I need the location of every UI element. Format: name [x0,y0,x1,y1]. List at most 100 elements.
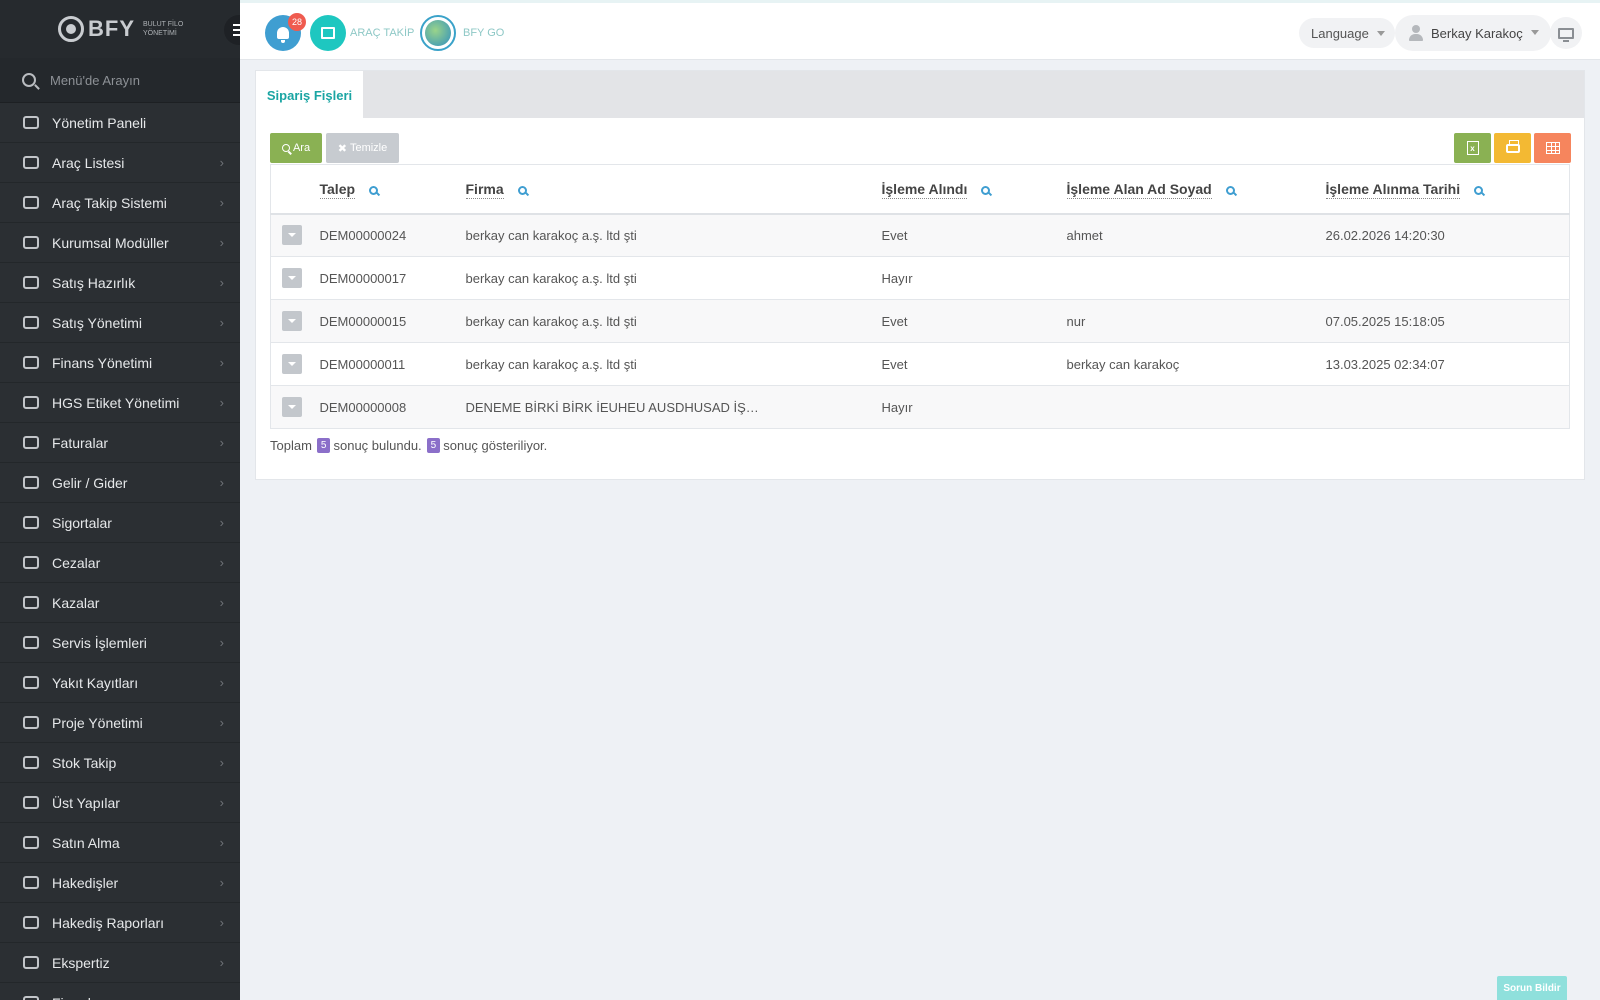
column-settings-button[interactable] [1534,133,1571,163]
sidebar-item-icon [22,715,40,731]
sidebar-nav: Yönetim Paneli Araç Listesi › Araç Takip Si… [0,103,240,1000]
language-label: Language [1311,25,1369,41]
sidebar-item[interactable]: Proje Yönetimi › [0,703,240,743]
expand-row-button[interactable] [282,397,302,417]
table-icon [1545,142,1560,154]
cell-talep: DEM00000008 [319,385,466,429]
filter-search-icon[interactable] [1474,185,1484,195]
expand-row-button[interactable] [282,268,302,288]
cell-talep: DEM00000017 [319,256,466,300]
sidebar-item[interactable]: Servis İşlemleri › [0,623,240,663]
column-header-isleme-alindi[interactable]: İşleme Alındı [881,164,1067,215]
column-header-isleme-tarihi[interactable]: İşleme Alınma Tarihi [1325,164,1570,215]
sidebar-item[interactable]: Finans Yönetimi › [0,343,240,383]
cell-isleme-alindi: Evet [881,213,1067,257]
sidebar-item-label: Yakıt Kayıtları [52,674,139,691]
sidebar-item[interactable]: Sigortalar › [0,503,240,543]
filter-search-icon[interactable] [369,185,379,195]
sidebar-item[interactable]: Satın Alma › [0,823,240,863]
table-row[interactable]: DEM00000017 berkay can karakoç a.ş. ltd ş… [270,256,1570,300]
cell-isleme-alan [1066,256,1326,300]
table-row[interactable]: DEM00000024 berkay can karakoç a.ş. ltd ş… [270,213,1570,257]
chevron-right-icon: › [219,275,224,290]
sidebar-item[interactable]: Hakedişler › [0,863,240,903]
sidebar-item[interactable]: Üst Yapılar › [0,783,240,823]
display-toggle-button[interactable] [1550,17,1582,49]
print-button[interactable] [1494,133,1531,163]
cell-talep: DEM00000024 [319,213,466,257]
column-label: İşleme Alındı [881,180,968,199]
sidebar-item[interactable]: Kurumsal Modüller › [0,223,240,263]
table-header-row: Talep Firma İşleme Alındı İşleme Alan Ad… [270,164,1570,215]
chevron-right-icon: › [219,715,224,730]
filter-search-icon[interactable] [1225,185,1235,195]
sidebar-item-label: Sigortalar [52,514,112,531]
sidebar-item[interactable]: Stok Takip › [0,743,240,783]
sidebar-item[interactable]: Kazalar › [0,583,240,623]
cell-firma: DENEME BİRKİ BİRK İEUHEU AUSDHUSAD İŞ… [465,385,882,429]
sidebar-item-label: Proje Yönetimi [52,714,143,731]
expand-row-button[interactable] [282,354,302,374]
column-header-isleme-alan[interactable]: İşleme Alan Ad Soyad [1066,164,1326,215]
bfy-go-button[interactable] [420,15,456,51]
sidebar-item[interactable]: Faturalar › [0,423,240,463]
export-excel-button[interactable]: x [1454,133,1491,163]
cell-isleme-alan [1066,385,1326,429]
hamburger-menu-icon[interactable] [224,15,240,45]
arac-takip-button[interactable] [310,15,346,51]
chevron-right-icon: › [219,915,224,930]
monitor-icon [1558,27,1574,42]
column-header-firma[interactable]: Firma [465,164,882,215]
expand-cell [270,342,320,386]
chevron-right-icon: › [219,555,224,570]
sidebar-item[interactable]: Araç Listesi › [0,143,240,183]
sidebar-item-icon [22,435,40,451]
column-header-talep[interactable]: Talep [319,164,466,215]
chevron-right-icon: › [219,435,224,450]
sidebar-item[interactable]: Yönetim Paneli [0,103,240,143]
sidebar-item[interactable]: Araç Takip Sistemi › [0,183,240,223]
bfy-logo[interactable]: BFY BULUT FİLO YÖNETİMİ [58,16,193,42]
cell-isleme-alindi: Evet [881,299,1067,343]
arac-takip-link[interactable]: ARAÇ TAKİP [350,27,414,39]
shown-count-badge: 5 [426,438,441,453]
sidebar-item-icon [22,395,40,411]
filter-search-icon[interactable] [517,185,527,195]
table-row[interactable]: DEM00000015 berkay can karakoç a.ş. ltd ş… [270,299,1570,343]
menu-search-input[interactable]: Menü'de Arayın [0,58,240,103]
filter-search-icon[interactable] [981,185,991,195]
sidebar-item-label: Üst Yapılar [52,794,120,811]
chevron-right-icon: › [219,595,224,610]
chevron-right-icon: › [219,195,224,210]
sidebar-item[interactable]: HGS Etiket Yönetimi › [0,383,240,423]
sidebar-item-label: Finans Yönetimi [52,354,153,371]
sidebar-item[interactable]: Hakediş Raporları › [0,903,240,943]
table-row[interactable]: DEM00000011 berkay can karakoç a.ş. ltd ş… [270,342,1570,386]
expand-row-button[interactable] [282,311,302,331]
clear-button[interactable]: ✖ Temizle [326,133,399,163]
column-label: Talep [319,180,356,199]
report-issue-button[interactable]: Sorun Bildir [1497,976,1567,1000]
user-menu-dropdown[interactable]: Berkay Karakoç [1395,15,1551,51]
sidebar-item-label: Hakediş Raporları [52,914,165,931]
tab-siparis-fisleri[interactable]: Sipariş Fişleri [256,71,363,119]
sidebar-item[interactable]: Satış Yönetimi › [0,303,240,343]
sidebar-item[interactable]: Ekspertiz › [0,943,240,983]
bell-icon [277,27,289,43]
sidebar-item[interactable]: Satış Hazırlık › [0,263,240,303]
sidebar-item[interactable]: Firmalar › [0,983,240,1000]
sidebar-item[interactable]: Yakıt Kayıtları › [0,663,240,703]
chevron-right-icon: › [219,315,224,330]
cell-isleme-tarihi [1325,385,1570,429]
sidebar-item-icon [22,595,40,611]
language-dropdown[interactable]: Language [1299,18,1395,48]
cell-isleme-tarihi [1325,256,1570,300]
sidebar-item[interactable]: Gelir / Gider › [0,463,240,503]
table-row[interactable]: DEM00000008 DENEME BİRKİ BİRK İEUHEU AUSD… [270,385,1570,429]
bfy-go-link[interactable]: BFY GO [463,27,504,39]
sidebar-item[interactable]: Cezalar › [0,543,240,583]
search-button[interactable]: Ara [270,133,322,163]
sidebar-item-icon [22,915,40,931]
notification-count-badge: 28 [288,13,306,31]
expand-row-button[interactable] [282,225,302,246]
